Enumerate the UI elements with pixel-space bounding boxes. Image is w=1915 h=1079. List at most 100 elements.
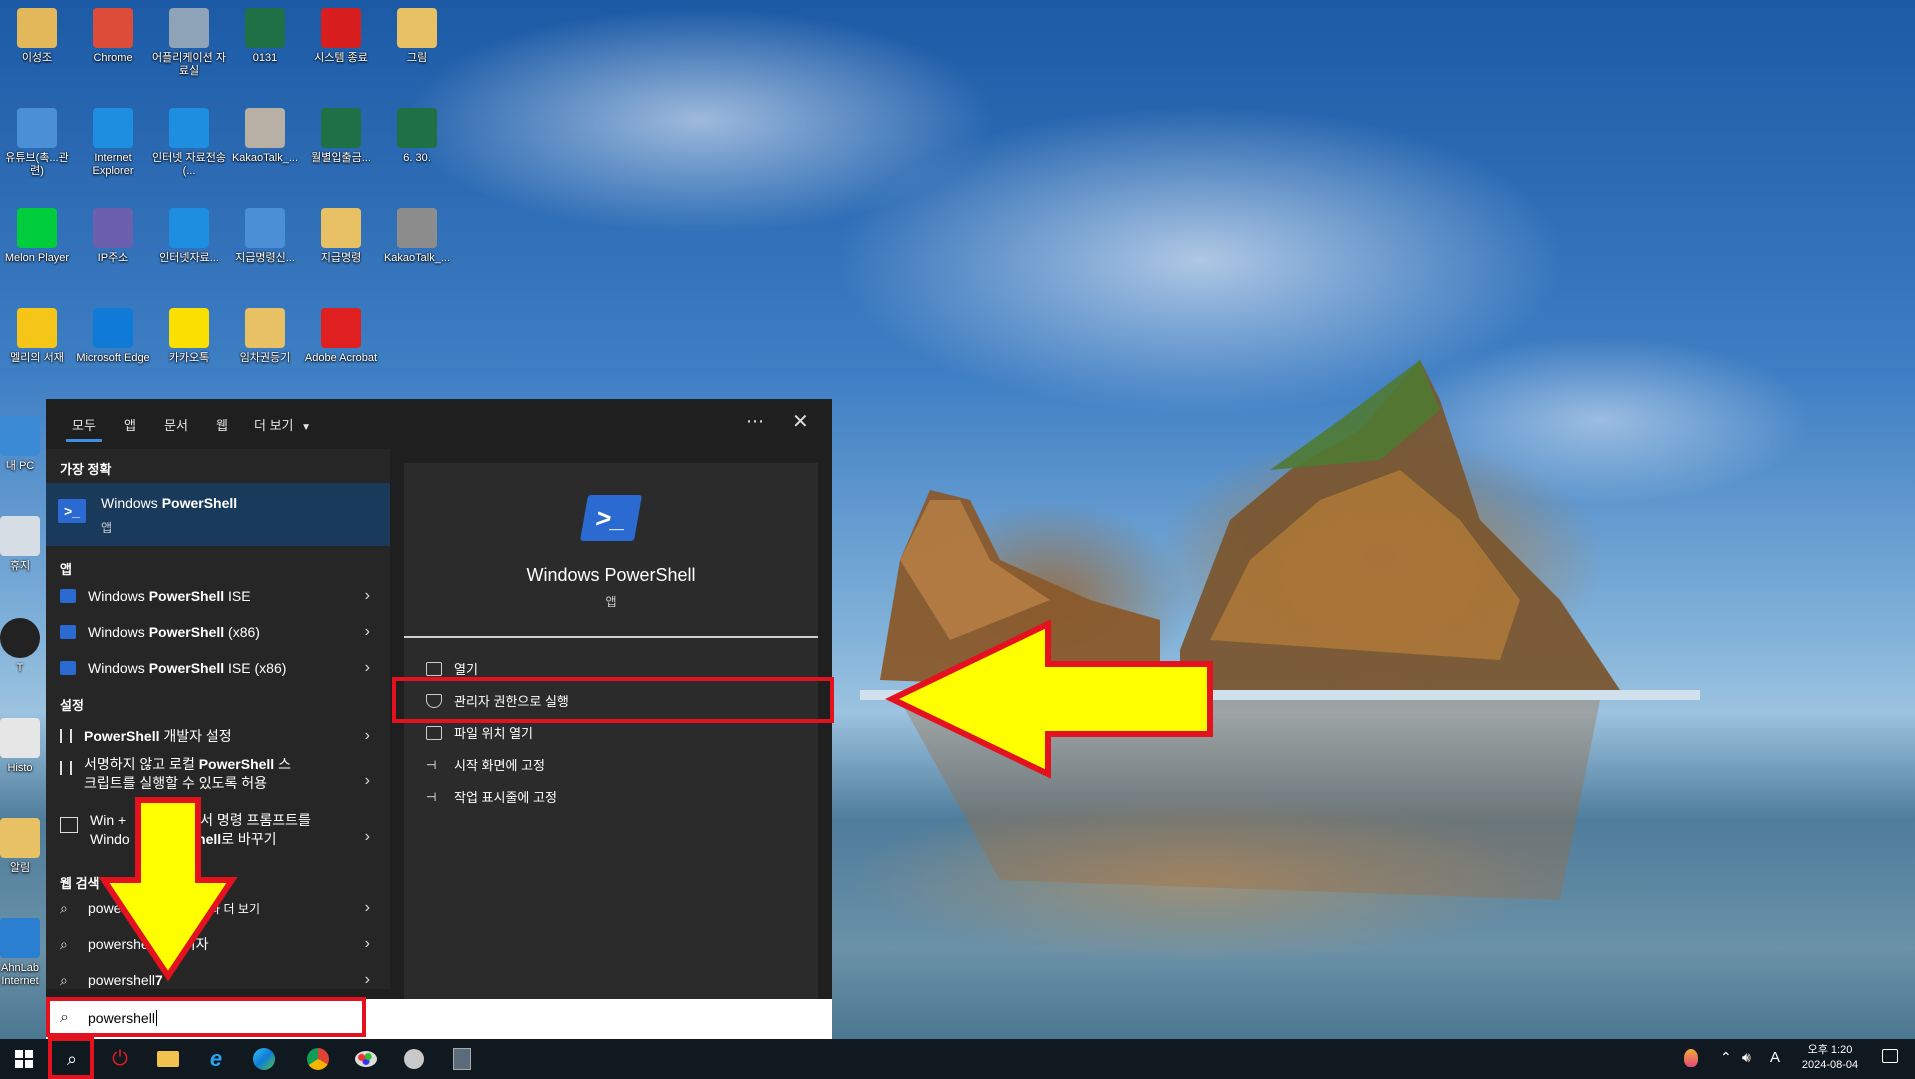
taskbar-tool[interactable] — [390, 1039, 438, 1079]
detail-type: 앱 — [605, 595, 617, 609]
action-pin-to-taskbar[interactable]: ⊣ 작업 표시줄에 고정 — [426, 787, 557, 806]
desktop-icon[interactable]: 월별입출금... — [303, 102, 379, 165]
desktop-icon[interactable]: 시스템 종료 — [303, 2, 379, 65]
admin-shield-icon — [426, 693, 442, 708]
search-icon: ⌕ — [66, 1048, 78, 1069]
app-result-powershell-ise[interactable]: Windows PowerShell ISE › — [46, 579, 390, 613]
clock[interactable]: 오후 1:20 2024-08-04 — [1790, 1043, 1870, 1073]
chevron-right-icon[interactable]: › — [365, 971, 370, 989]
apps-folder-icon — [169, 8, 209, 48]
setting-result-unsigned-scripts[interactable]: 서명하지 않고 로컬 PowerShell 스 크립트를 실행할 수 있도록 허… — [46, 755, 390, 807]
chevron-right-icon[interactable]: › — [365, 659, 370, 677]
tab-web[interactable]: 웹 — [216, 415, 228, 434]
action-open-file-location[interactable]: 파일 위치 열기 — [426, 723, 533, 742]
start-button[interactable] — [0, 1039, 48, 1079]
chevron-right-icon[interactable]: › — [365, 727, 370, 745]
setting-label: PowerShell 개발자 설정 — [84, 726, 232, 746]
action-run-as-admin[interactable]: 관리자 권한으로 실행 — [426, 691, 569, 710]
tab-all[interactable]: 모두 — [66, 415, 102, 442]
monitor-icon — [0, 416, 40, 456]
setting-line2: 크립트를 실행할 수 있도록 허용 — [84, 775, 267, 791]
desktop-icon[interactable]: IP주소 — [75, 202, 151, 265]
best-match-item[interactable]: >_ Windows PowerShell 앱 — [46, 483, 390, 546]
desktop-icon[interactable]: 어플리케이션 자료실 — [151, 2, 227, 78]
desktop-icon[interactable]: KakaoTalk_... — [227, 102, 303, 165]
web-result-3[interactable]: ⌕ powershell 7 › — [46, 963, 390, 989]
desktop-icon[interactable]: 6. 30. — [379, 102, 455, 165]
tab-more-label: 더 보기 — [254, 418, 294, 433]
ie-icon: e — [209, 1046, 223, 1071]
setting-label: Win + 서 명령 프롬프트를 Windo Shell로 바꾸기 — [90, 811, 311, 849]
setting-result-win-x-powershell[interactable]: Win + 서 명령 프롬프트를 Windo Shell로 바꾸기 › — [46, 811, 390, 863]
best-match-prefix: Windows — [101, 495, 162, 511]
notification-icon[interactable] — [1882, 1049, 1898, 1063]
app-result-powershell-ise-x86[interactable]: Windows PowerShell ISE (x86) › — [46, 651, 390, 685]
action-label: 파일 위치 열기 — [454, 726, 533, 741]
desktop-icon[interactable]: Adobe Acrobat — [303, 302, 379, 365]
desktop-icon[interactable]: 임차권등기 — [227, 302, 303, 365]
excel-icon — [245, 8, 285, 48]
clock-time: 오후 1:20 — [1807, 1044, 1853, 1056]
action-open[interactable]: 열기 — [426, 659, 478, 678]
powershell-large-icon: >_ — [579, 495, 643, 541]
desktop-icon[interactable]: KakaoTalk_... — [379, 202, 455, 265]
ellipsis-icon[interactable]: ⋯ — [746, 411, 764, 432]
document-icon — [0, 718, 40, 758]
search-input[interactable]: powershell — [88, 1010, 157, 1026]
app-tray-flame-icon[interactable] — [1684, 1049, 1698, 1067]
search-icon: ⌕ — [60, 1009, 69, 1026]
setting-result-developer[interactable]: PowerShell 개발자 설정 › — [46, 719, 390, 753]
desktop-icon[interactable]: 그림 — [379, 2, 455, 65]
taskbar-power-app[interactable]: ⏻ — [96, 1039, 144, 1079]
desktop-icon-label: 6. 30. — [403, 152, 431, 164]
desktop-icon[interactable]: 이성조 — [0, 2, 75, 65]
taskbar-paint[interactable] — [342, 1039, 390, 1079]
taskbar-search-button[interactable]: ⌕ — [48, 1039, 96, 1079]
taskbar-file-explorer[interactable] — [144, 1039, 192, 1079]
desktop-icon-label: 지급명령신... — [235, 252, 295, 264]
taskbar-edge[interactable] — [240, 1039, 288, 1079]
file-explorer-icon — [157, 1051, 179, 1067]
desktop-icon[interactable]: 멜리의 서재 — [0, 302, 75, 365]
ime-indicator[interactable]: A — [1770, 1049, 1780, 1066]
chevron-right-icon[interactable]: › — [365, 772, 370, 790]
close-icon[interactable]: ✕ — [792, 409, 809, 434]
desktop-icon[interactable]: 인터넷 자료전송(... — [151, 102, 227, 178]
desktop-icon[interactable]: 0131 — [227, 2, 303, 65]
desktop-icon[interactable]: 인터넷자료... — [151, 202, 227, 265]
desktop-icon[interactable]: 지급명령 — [303, 202, 379, 265]
chevron-right-icon[interactable]: › — [365, 828, 370, 846]
web-result-1[interactable]: ⌕ power 결과 더 보기 › — [46, 891, 390, 925]
taskbar-chrome[interactable] — [294, 1039, 342, 1079]
desktop-icon[interactable]: Internet Explorer — [75, 102, 151, 178]
search-box[interactable]: ⌕ powershell — [46, 999, 832, 1039]
tab-more[interactable]: 더 보기 ▼ — [254, 415, 311, 434]
chevron-right-icon[interactable]: › — [365, 587, 370, 605]
tab-apps[interactable]: 앱 — [124, 415, 136, 434]
action-pin-to-start[interactable]: ⊣ 시작 화면에 고정 — [426, 755, 545, 774]
best-match-bold: PowerShell — [161, 495, 238, 511]
windows-search-panel: 모두 앱 문서 웹 더 보기 ▼ ⋯ ✕ 가장 정확 >_ Windows Po… — [46, 399, 832, 1039]
web-result-2[interactable]: ⌕ powershe 리자 › — [46, 927, 390, 961]
desktop-icon[interactable]: 유튜브(촉...관련) — [0, 102, 75, 178]
chevron-up-icon[interactable]: ⌃ — [1720, 1049, 1732, 1066]
desktop-icon[interactable]: Melon Player — [0, 202, 75, 265]
desktop-icon[interactable]: Chrome — [75, 2, 151, 65]
desktop-icon[interactable]: Microsoft Edge — [75, 302, 151, 365]
desktop-icon[interactable]: 카카오톡 — [151, 302, 227, 365]
taskbar-calculator[interactable] — [438, 1039, 486, 1079]
web-query: powershe — [88, 936, 149, 952]
volume-icon[interactable]: 🔊︎ — [1742, 1049, 1751, 1066]
setting-line2: Windo — [90, 831, 130, 847]
settings-header: 설정 — [60, 698, 84, 713]
tab-documents[interactable]: 문서 — [164, 415, 188, 434]
action-label: 열기 — [454, 662, 478, 677]
chevron-right-icon[interactable]: › — [365, 623, 370, 641]
setting-line2-after: 로 바꾸기 — [221, 831, 277, 847]
action-label: 시작 화면에 고정 — [454, 758, 545, 773]
taskbar-ie[interactable]: e — [192, 1039, 240, 1079]
desktop-icon[interactable]: 지급명령신... — [227, 202, 303, 265]
app-result-powershell-x86[interactable]: Windows PowerShell (x86) › — [46, 615, 390, 649]
chevron-right-icon[interactable]: › — [365, 899, 370, 917]
chevron-right-icon[interactable]: › — [365, 935, 370, 953]
